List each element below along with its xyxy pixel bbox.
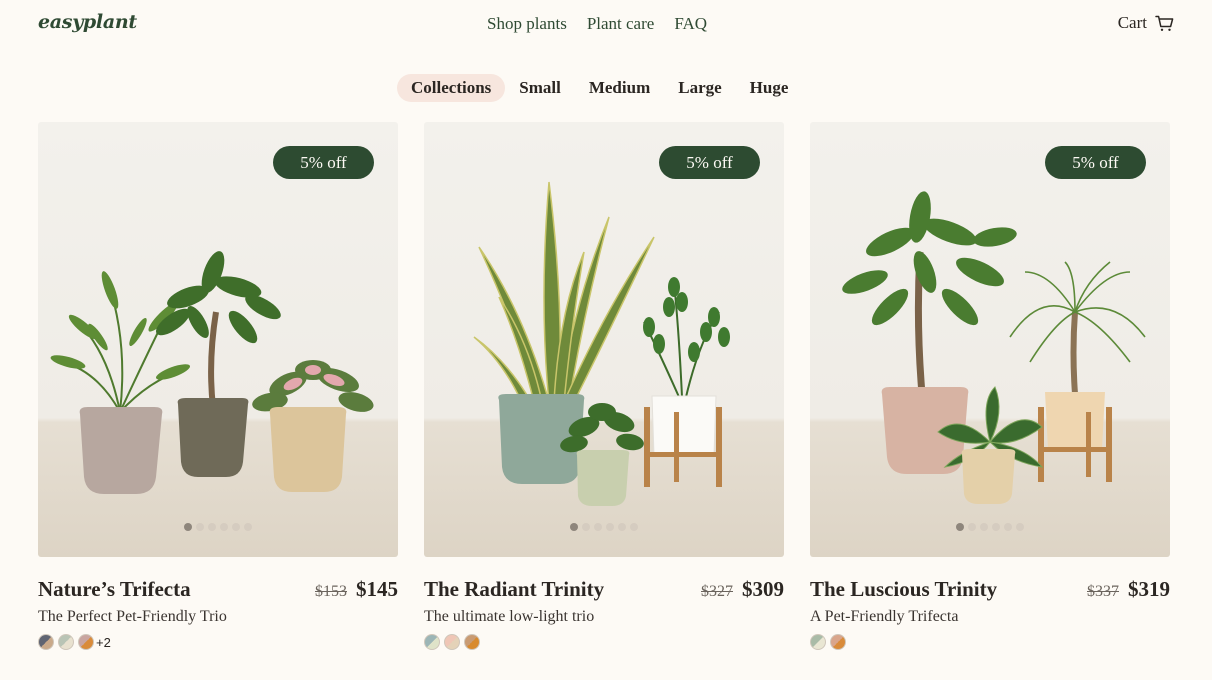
pot-color-swatch[interactable] — [78, 634, 94, 650]
nav-plant-care[interactable]: Plant care — [587, 14, 655, 34]
carousel-dots — [184, 523, 252, 531]
plant-trio-illustration — [842, 191, 1146, 504]
product-card[interactable]: 5% off Nature’s Trifecta $153 $145 The P… — [38, 122, 398, 650]
carousel-dot[interactable] — [184, 523, 192, 531]
tab-huge[interactable]: Huge — [736, 74, 803, 102]
sale-price: $309 — [742, 577, 784, 601]
tab-collections[interactable]: Collections — [397, 74, 506, 102]
carousel-dot[interactable] — [630, 523, 638, 531]
category-tabs: Collections Small Medium Large Huge — [397, 74, 802, 102]
product-info: Nature’s Trifecta $153 $145 — [38, 577, 398, 602]
cart-label: Cart — [1117, 13, 1147, 32]
pot-color-swatch[interactable] — [38, 634, 54, 650]
pot-color-swatch[interactable] — [444, 634, 460, 650]
carousel-dot[interactable] — [980, 523, 988, 531]
product-card[interactable]: 5% off The Radiant Trinity $327 $309 The… — [424, 122, 784, 650]
price-group: $327 $309 — [701, 577, 784, 602]
carousel-dot[interactable] — [606, 523, 614, 531]
pot-color-swatches — [424, 634, 784, 650]
discount-badge: 5% off — [659, 146, 760, 179]
product-photo[interactable]: 5% off — [424, 122, 784, 557]
carousel-dot[interactable] — [956, 523, 964, 531]
main-nav: Shop plants Plant care FAQ — [487, 14, 707, 34]
sale-price: $145 — [356, 577, 398, 601]
carousel-dot[interactable] — [618, 523, 626, 531]
original-price: $153 — [315, 583, 347, 600]
carousel-dot[interactable] — [992, 523, 1000, 531]
carousel-dots — [570, 523, 638, 531]
product-photo[interactable]: 5% off — [810, 122, 1170, 557]
carousel-dot[interactable] — [968, 523, 976, 531]
price-group: $337 $319 — [1087, 577, 1170, 602]
plant-trio-illustration — [473, 181, 730, 506]
carousel-dot[interactable] — [1004, 523, 1012, 531]
carousel-dot[interactable] — [244, 523, 252, 531]
logo[interactable]: easyplant — [38, 11, 137, 33]
product-info: The Radiant Trinity $327 $309 — [424, 577, 784, 602]
pot-color-swatch[interactable] — [830, 634, 846, 650]
product-grid: 5% off Nature’s Trifecta $153 $145 The P… — [38, 122, 1170, 650]
sale-price: $319 — [1128, 577, 1170, 601]
plant-trio-illustration — [50, 251, 374, 494]
original-price: $337 — [1087, 583, 1119, 600]
cart-icon — [1155, 15, 1174, 31]
site-header: easyplant Shop plants Plant care FAQ Car… — [0, 0, 1212, 50]
more-colors-count[interactable]: +2 — [96, 635, 111, 650]
pot-color-swatch[interactable] — [424, 634, 440, 650]
carousel-dot[interactable] — [196, 523, 204, 531]
product-name[interactable]: Nature’s Trifecta — [38, 577, 191, 602]
carousel-dot[interactable] — [582, 523, 590, 531]
pot-color-swatch[interactable] — [464, 634, 480, 650]
product-photo[interactable]: 5% off — [38, 122, 398, 557]
product-name[interactable]: The Luscious Trinity — [810, 577, 997, 602]
tab-small[interactable]: Small — [505, 74, 575, 102]
price-group: $153 $145 — [315, 577, 398, 602]
cart-button[interactable]: Cart — [1118, 13, 1174, 33]
original-price: $327 — [701, 583, 733, 600]
product-card[interactable]: 5% off The Luscious Trinity $337 $319 A … — [810, 122, 1170, 650]
nav-shop-plants[interactable]: Shop plants — [487, 14, 567, 34]
carousel-dots — [956, 523, 1024, 531]
discount-badge: 5% off — [1045, 146, 1146, 179]
pot-color-swatches: +2 — [38, 634, 398, 650]
tab-large[interactable]: Large — [664, 74, 735, 102]
product-name[interactable]: The Radiant Trinity — [424, 577, 604, 602]
pot-color-swatches — [810, 634, 1170, 650]
product-info: The Luscious Trinity $337 $319 — [810, 577, 1170, 602]
product-subtitle: A Pet-Friendly Trifecta — [810, 608, 959, 625]
carousel-dot[interactable] — [570, 523, 578, 531]
product-subtitle: The ultimate low-light trio — [424, 608, 595, 625]
carousel-dot[interactable] — [594, 523, 602, 531]
pot-color-swatch[interactable] — [58, 634, 74, 650]
carousel-dot[interactable] — [208, 523, 216, 531]
nav-faq[interactable]: FAQ — [674, 14, 707, 34]
carousel-dot[interactable] — [1016, 523, 1024, 531]
carousel-dot[interactable] — [220, 523, 228, 531]
product-subtitle: The Perfect Pet-Friendly Trio — [38, 608, 227, 625]
tab-medium[interactable]: Medium — [575, 74, 664, 102]
pot-color-swatch[interactable] — [810, 634, 826, 650]
discount-badge: 5% off — [273, 146, 374, 179]
carousel-dot[interactable] — [232, 523, 240, 531]
